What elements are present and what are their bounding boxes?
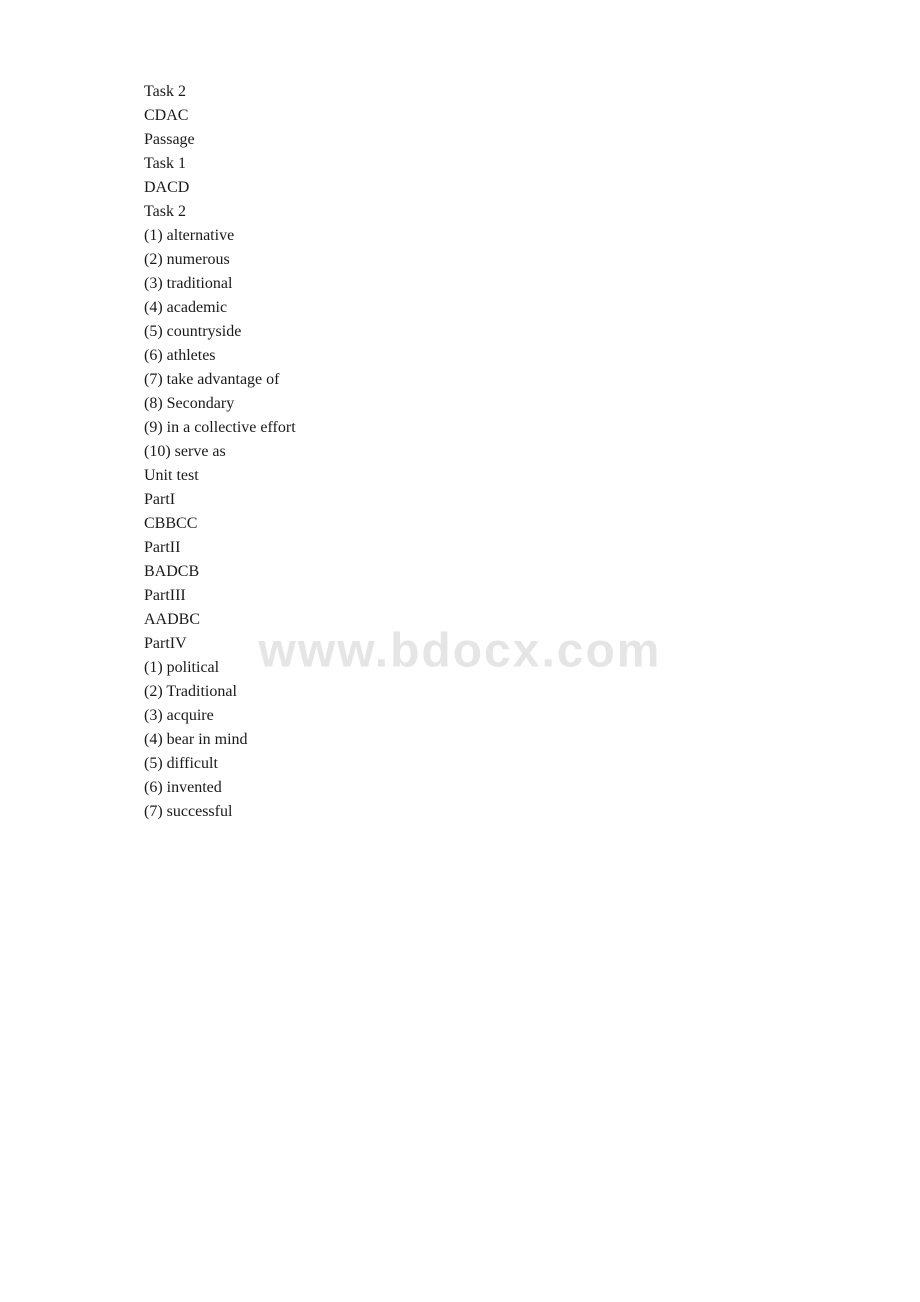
text-line-item6: (6) athletes [144, 344, 920, 368]
text-line-item5: (5) countryside [144, 320, 920, 344]
text-line-item9: (9) in a collective effort [144, 416, 920, 440]
text-line-cbbcc: CBBCC [144, 512, 920, 536]
text-line-pitem7: (7) successful [144, 800, 920, 824]
text-line-unit-test: Unit test [144, 464, 920, 488]
text-line-part2: PartII [144, 536, 920, 560]
text-line-pitem5: (5) difficult [144, 752, 920, 776]
text-line-part3: PartIII [144, 584, 920, 608]
text-line-task1: Task 1 [144, 152, 920, 176]
text-line-cdac: CDAC [144, 104, 920, 128]
text-line-item2: (2) numerous [144, 248, 920, 272]
text-line-item7: (7) take advantage of [144, 368, 920, 392]
text-line-pitem4: (4) bear in mind [144, 728, 920, 752]
text-line-aadbc: AADBC [144, 608, 920, 632]
text-line-item4: (4) academic [144, 296, 920, 320]
text-line-part1: PartI [144, 488, 920, 512]
text-line-badcb: BADCB [144, 560, 920, 584]
text-line-pitem2: (2) Traditional [144, 680, 920, 704]
text-line-item1: (1) alternative [144, 224, 920, 248]
content-area: Task 2CDACPassageTask 1DACDTask 2(1) alt… [0, 0, 920, 904]
text-line-task2-1: Task 2 [144, 80, 920, 104]
text-line-pitem3: (3) acquire [144, 704, 920, 728]
text-line-task2-2: Task 2 [144, 200, 920, 224]
text-line-passage: Passage [144, 128, 920, 152]
text-line-dacd: DACD [144, 176, 920, 200]
text-line-pitem1: (1) political [144, 656, 920, 680]
text-line-item3: (3) traditional [144, 272, 920, 296]
text-line-part4: PartIV [144, 632, 920, 656]
text-line-pitem6: (6) invented [144, 776, 920, 800]
text-line-item10: (10) serve as [144, 440, 920, 464]
text-line-item8: (8) Secondary [144, 392, 920, 416]
